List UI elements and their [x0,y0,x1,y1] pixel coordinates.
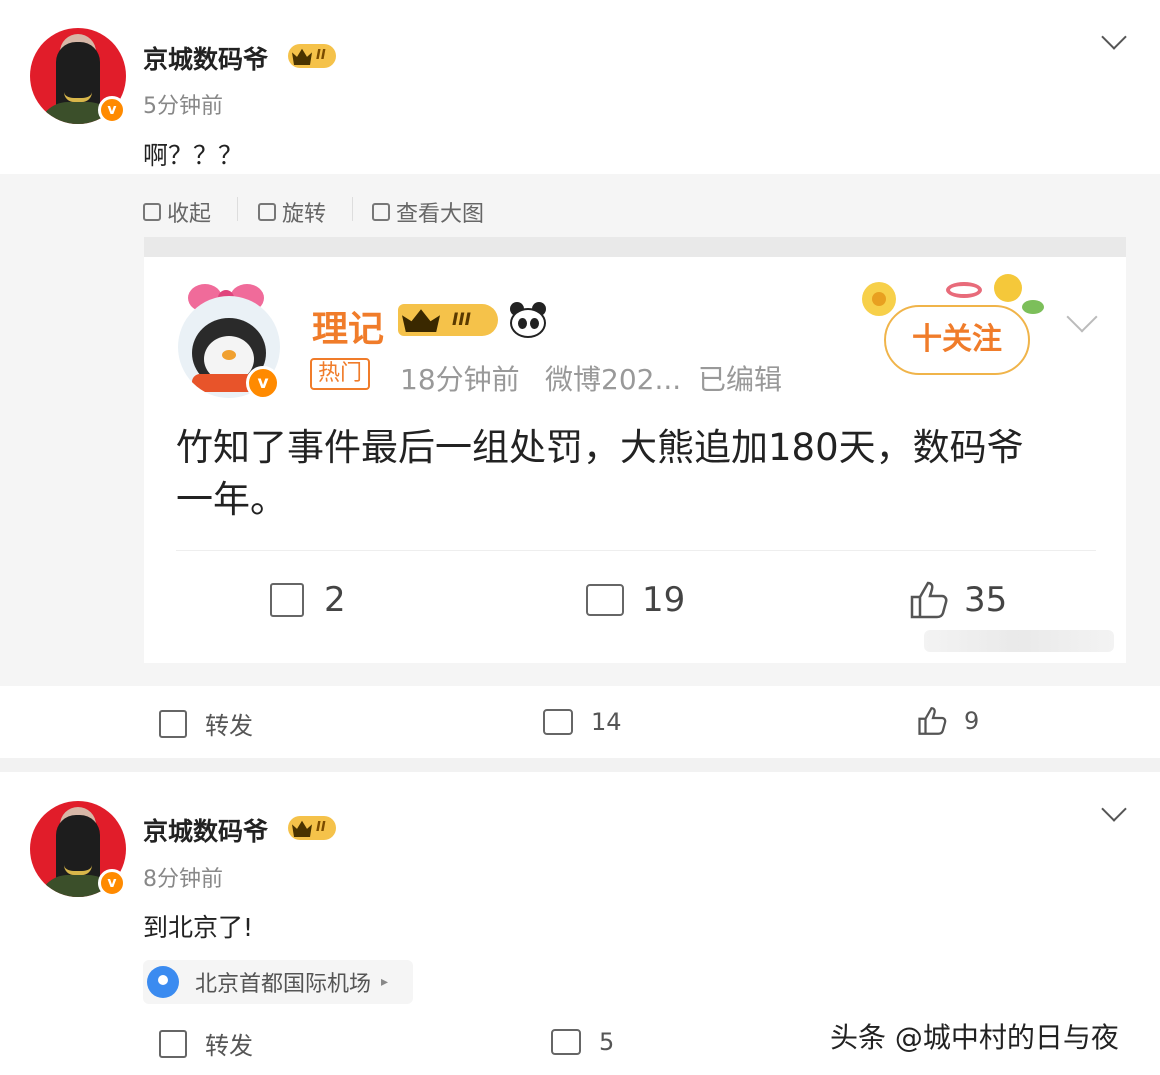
location-pin-icon [147,966,179,998]
share-icon [159,709,187,738]
share-icon [159,1029,187,1058]
chevron-down-icon[interactable] [1101,796,1127,822]
share-icon [270,583,304,617]
comment-icon [543,709,573,735]
chevron-down-icon[interactable] [1101,24,1127,50]
embedded-repost-button: 2 [270,580,346,620]
post-time: 5分钟前 [143,94,223,119]
like-button[interactable]: 9 [918,706,979,736]
post-text: 啊？？？ [143,141,244,170]
crown-icon [402,309,440,332]
image-icon [372,203,390,221]
follow-button[interactable]: 十关注 [884,305,1030,375]
crown-icon [292,48,312,65]
username[interactable]: 京城数码爷 [143,40,268,76]
watermark: 头条 @城中村的日与夜 [830,1021,1119,1054]
rotate-button[interactable]: 旋转 [258,196,326,228]
thumbs-up-icon [918,707,947,735]
crown-icon [292,820,312,837]
post-time: 8分钟前 [143,867,223,892]
collapse-icon [143,203,161,221]
verified-badge-icon: v [98,869,126,897]
panda-icon [508,302,548,338]
thumbs-up-icon [910,581,948,619]
comment-button[interactable]: 14 [543,708,622,736]
embedded-username: 理记 [312,309,385,350]
repost-button[interactable]: 转发 [159,1026,253,1061]
comment-button[interactable]: 5 [551,1028,614,1056]
verified-badge-icon: v [98,96,126,124]
comment-icon [586,584,624,616]
view-large-button[interactable]: 查看大图 [372,196,484,228]
embedded-post-text: 竹知了事件最后一组处罚，大熊追加180天，数码爷 [176,426,1024,469]
chevron-right-icon: ▸ [381,974,389,990]
embedded-comment-button: 19 [586,580,685,620]
embedded-post-text: 一年。 [176,478,287,521]
repost-button[interactable]: 转发 [159,706,253,741]
level-badge: III [398,304,498,336]
rotate-icon [258,203,276,221]
level-badge: II [288,44,336,68]
embedded-like-button: 35 [910,580,1007,620]
embedded-edited: 已编辑 [698,363,783,396]
post-text: 到北京了! [143,913,254,942]
embedded-source: 微博202... [545,363,682,396]
embedded-time: 18分钟前 [400,363,520,396]
level-badge: II [288,816,336,840]
comment-icon [551,1029,581,1055]
username[interactable]: 京城数码爷 [143,812,268,848]
hot-tag: 热门 [310,358,371,390]
location-tag[interactable]: 北京首都国际机场 ▸ [143,960,413,1004]
verified-badge-icon: v [246,366,280,400]
collapse-button[interactable]: 收起 [143,196,211,228]
